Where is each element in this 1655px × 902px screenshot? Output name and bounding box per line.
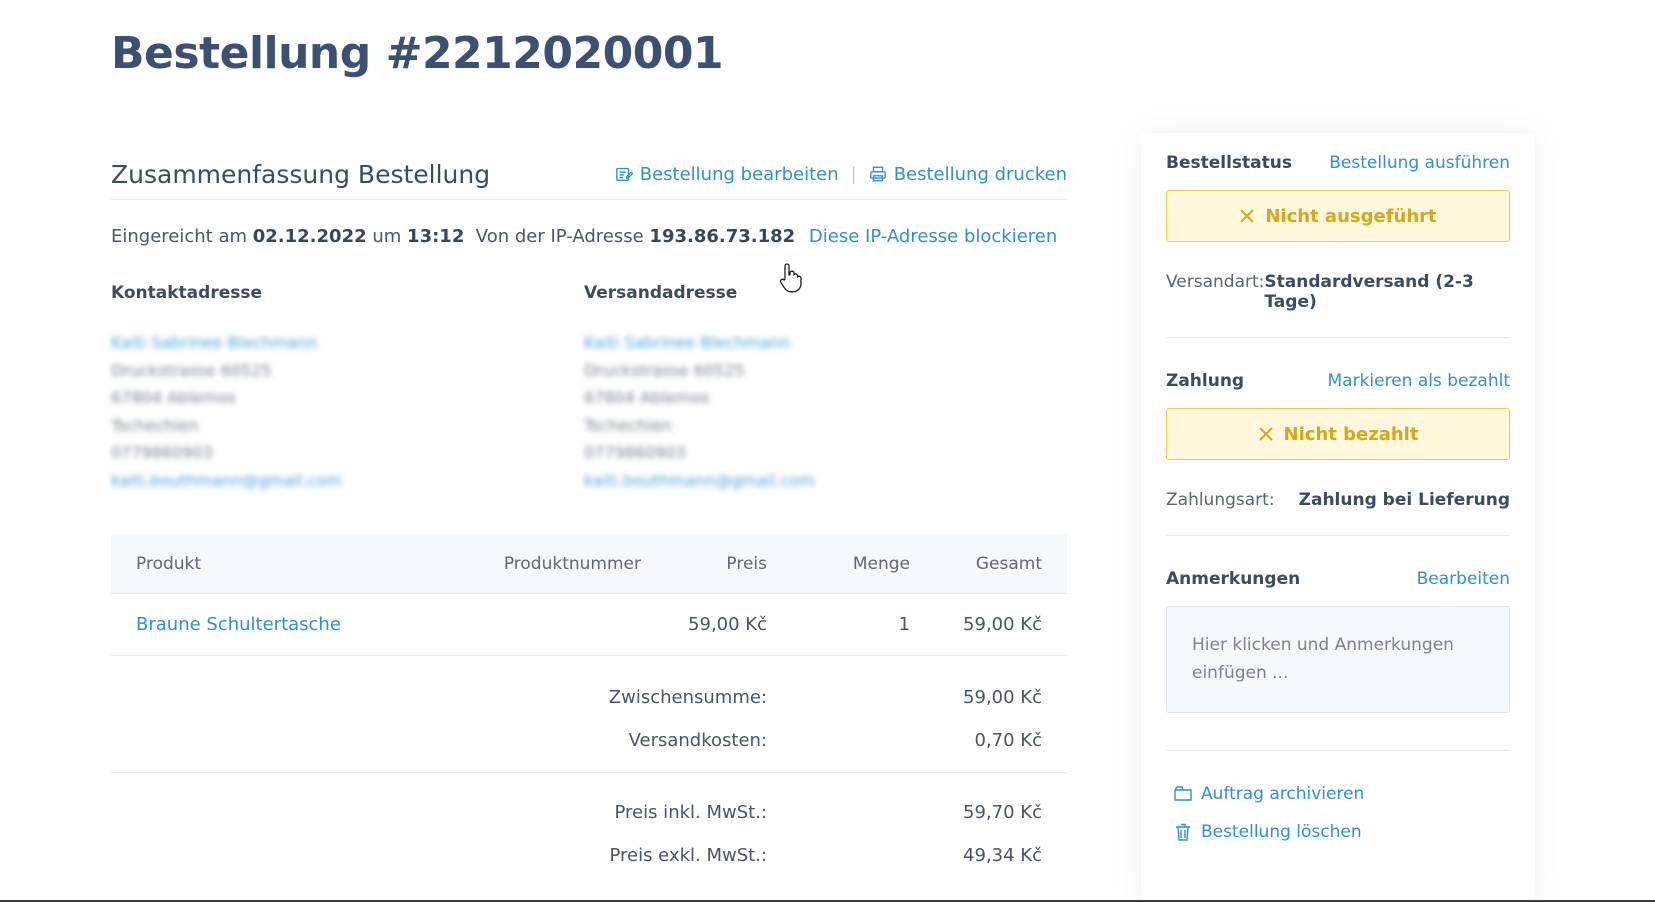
order-status-button[interactable]: Nicht ausgeführt bbox=[1166, 190, 1510, 242]
totals-group-1: Zwischensumme: 59,00 Kč Versandkosten: 0… bbox=[111, 656, 1067, 772]
contact-address-title: Kontaktadresse bbox=[111, 283, 263, 303]
action-separator: | bbox=[850, 164, 857, 185]
ip-address: 193.86.73.182 bbox=[649, 226, 796, 247]
page-title: Bestellung #2212020001 bbox=[111, 28, 724, 79]
contact-country: Tschechien bbox=[111, 415, 199, 435]
payment-status-button[interactable]: Nicht bezahlt bbox=[1166, 408, 1510, 460]
payment-title: Zahlung bbox=[1166, 371, 1245, 391]
shipping-cost-label: Versandkosten: bbox=[628, 730, 767, 751]
execute-order-link[interactable]: Bestellung ausführen bbox=[1329, 153, 1510, 173]
mark-paid-link[interactable]: Markieren als bezahlt bbox=[1327, 371, 1510, 391]
folder-icon bbox=[1174, 786, 1192, 801]
summary-title: Zusammenfassung Bestellung bbox=[111, 160, 491, 189]
table-row: Braune Schultertasche 59,00 Kč 1 59,00 K… bbox=[111, 594, 1067, 656]
summary-header: Zusammenfassung Bestellung Bestellung be… bbox=[111, 150, 1067, 200]
contact-address: Kontaktadresse Kaiti Sabrinee Blechmann … bbox=[111, 283, 584, 494]
notes-title: Anmerkungen bbox=[1166, 569, 1301, 589]
hand-cursor-icon bbox=[779, 263, 802, 293]
order-status-header: Bestellstatus Bestellung ausführen bbox=[1166, 153, 1510, 173]
edit-icon bbox=[615, 167, 633, 181]
submitted-info: Eingereicht am 02.12.2022 um 13:12 Von d… bbox=[111, 226, 1067, 247]
close-icon bbox=[1258, 427, 1273, 441]
archive-order-link[interactable]: Auftrag archivieren bbox=[1173, 784, 1510, 804]
delete-order-label: Bestellung löschen bbox=[1201, 822, 1362, 842]
shipping-email[interactable]: kaiti.bouthmann@gmail.com bbox=[584, 467, 1057, 495]
contact-street: Druckstrasse 60525 bbox=[111, 360, 272, 380]
close-icon bbox=[1240, 209, 1255, 223]
header-product: Produkt bbox=[136, 553, 202, 574]
shipping-country: Tschechien bbox=[584, 415, 672, 435]
table-header: Produkt Produktnummer Preis Menge Gesamt bbox=[111, 534, 1067, 594]
notes-header: Anmerkungen Bearbeiten bbox=[1166, 569, 1510, 589]
product-total: 59,00 Kč bbox=[963, 614, 1042, 635]
price-excl-row: Preis exkl. MwSt.: 49,34 Kč bbox=[111, 834, 1067, 877]
header-number: Produktnummer bbox=[503, 553, 641, 574]
products-table: Produkt Produktnummer Preis Menge Gesamt… bbox=[111, 534, 1067, 656]
shipping-method-value: Standardversand (2-3 Tage) bbox=[1264, 272, 1474, 312]
product-qty: 1 bbox=[898, 614, 910, 635]
price-incl-row: Preis inkl. MwSt.: 59,70 Kč bbox=[111, 791, 1067, 834]
order-summary: Zusammenfassung Bestellung Bestellung be… bbox=[111, 150, 1067, 887]
shipping-name[interactable]: Kaiti Sabrinee Blechmann bbox=[584, 329, 1057, 357]
payment-status-label: Nicht bezahlt bbox=[1283, 423, 1419, 445]
contact-city: 67804 Ablemos bbox=[111, 388, 237, 407]
product-link[interactable]: Braune Schultertasche bbox=[136, 614, 341, 635]
totals-group-2: Preis inkl. MwSt.: 59,70 Kč Preis exkl. … bbox=[111, 772, 1067, 887]
product-price: 59,00 Kč bbox=[688, 614, 767, 635]
trash-icon bbox=[1176, 823, 1190, 841]
block-ip-link[interactable]: Diese IP-Adresse blockieren bbox=[809, 226, 1057, 247]
shipping-street: Druckstrasse 60525 bbox=[584, 360, 745, 380]
notes-edit-link[interactable]: Bearbeiten bbox=[1417, 569, 1510, 589]
summary-actions: Bestellung bearbeiten | Bestellung druck… bbox=[615, 164, 1067, 185]
contact-email[interactable]: kaiti.bouthmann@gmail.com bbox=[111, 467, 584, 495]
header-qty: Menge bbox=[852, 553, 910, 574]
shipping-phone: 0779860903 bbox=[584, 443, 686, 462]
submitted-date: 02.12.2022 bbox=[252, 226, 367, 247]
payment-method-value: Zahlung bei Lieferung bbox=[1298, 490, 1510, 510]
printer-icon bbox=[869, 166, 886, 182]
order-status-title: Bestellstatus bbox=[1166, 153, 1292, 173]
divider bbox=[1166, 535, 1510, 536]
order-sidebar: Bestellstatus Bestellung ausführen Nicht… bbox=[1141, 133, 1535, 902]
shipping-address-title: Versandadresse bbox=[584, 283, 738, 303]
subtotal-label: Zwischensumme: bbox=[608, 687, 767, 708]
submitted-time-sep: um bbox=[372, 226, 402, 247]
print-order-link[interactable]: Bestellung drucken bbox=[869, 164, 1067, 185]
submitted-prefix: Eingereicht am bbox=[111, 226, 248, 247]
shipping-city: 67804 Ablemos bbox=[584, 388, 710, 407]
shipping-address: Versandadresse Kaiti Sabrinee Blechmann … bbox=[584, 283, 1057, 494]
contact-name[interactable]: Kaiti Sabrinee Blechmann bbox=[111, 329, 584, 357]
price-incl-value: 59,70 Kč bbox=[963, 802, 1042, 823]
payment-method: Zahlungsart: Zahlung bei Lieferung bbox=[1166, 490, 1510, 510]
divider bbox=[1166, 337, 1510, 338]
delete-order-link[interactable]: Bestellung löschen bbox=[1173, 822, 1510, 842]
subtotal-value: 59,00 Kč bbox=[963, 687, 1042, 708]
print-order-label: Bestellung drucken bbox=[893, 164, 1067, 185]
shipping-method-label: Versandart: bbox=[1166, 272, 1265, 292]
price-excl-label: Preis exkl. MwSt.: bbox=[609, 845, 767, 866]
archive-order-label: Auftrag archivieren bbox=[1201, 784, 1365, 804]
order-status-label: Nicht ausgeführt bbox=[1265, 205, 1437, 227]
shipping-cost-value: 0,70 Kč bbox=[974, 730, 1043, 751]
ip-prefix: Von der IP-Adresse bbox=[475, 226, 644, 247]
subtotal-row: Zwischensumme: 59,00 Kč bbox=[111, 676, 1067, 719]
divider bbox=[1166, 750, 1510, 751]
payment-header: Zahlung Markieren als bezahlt bbox=[1166, 371, 1510, 391]
price-excl-value: 49,34 Kč bbox=[963, 845, 1042, 866]
header-total: Gesamt bbox=[975, 553, 1042, 574]
notes-textarea[interactable]: Hier klicken und Anmerkungen einfügen ..… bbox=[1166, 606, 1510, 713]
addresses: Kontaktadresse Kaiti Sabrinee Blechmann … bbox=[111, 283, 1067, 494]
shipping-cost-row: Versandkosten: 0,70 Kč bbox=[111, 719, 1067, 762]
payment-method-label: Zahlungsart: bbox=[1166, 490, 1275, 510]
price-incl-label: Preis inkl. MwSt.: bbox=[614, 802, 767, 823]
edit-order-link[interactable]: Bestellung bearbeiten bbox=[615, 164, 839, 185]
contact-phone: 0779860903 bbox=[111, 443, 213, 462]
submitted-time: 13:12 bbox=[407, 226, 465, 247]
edit-order-label: Bestellung bearbeiten bbox=[639, 164, 839, 185]
header-price: Preis bbox=[726, 553, 767, 574]
shipping-method: Versandart: Standardversand (2-3 Tage) bbox=[1166, 272, 1510, 312]
